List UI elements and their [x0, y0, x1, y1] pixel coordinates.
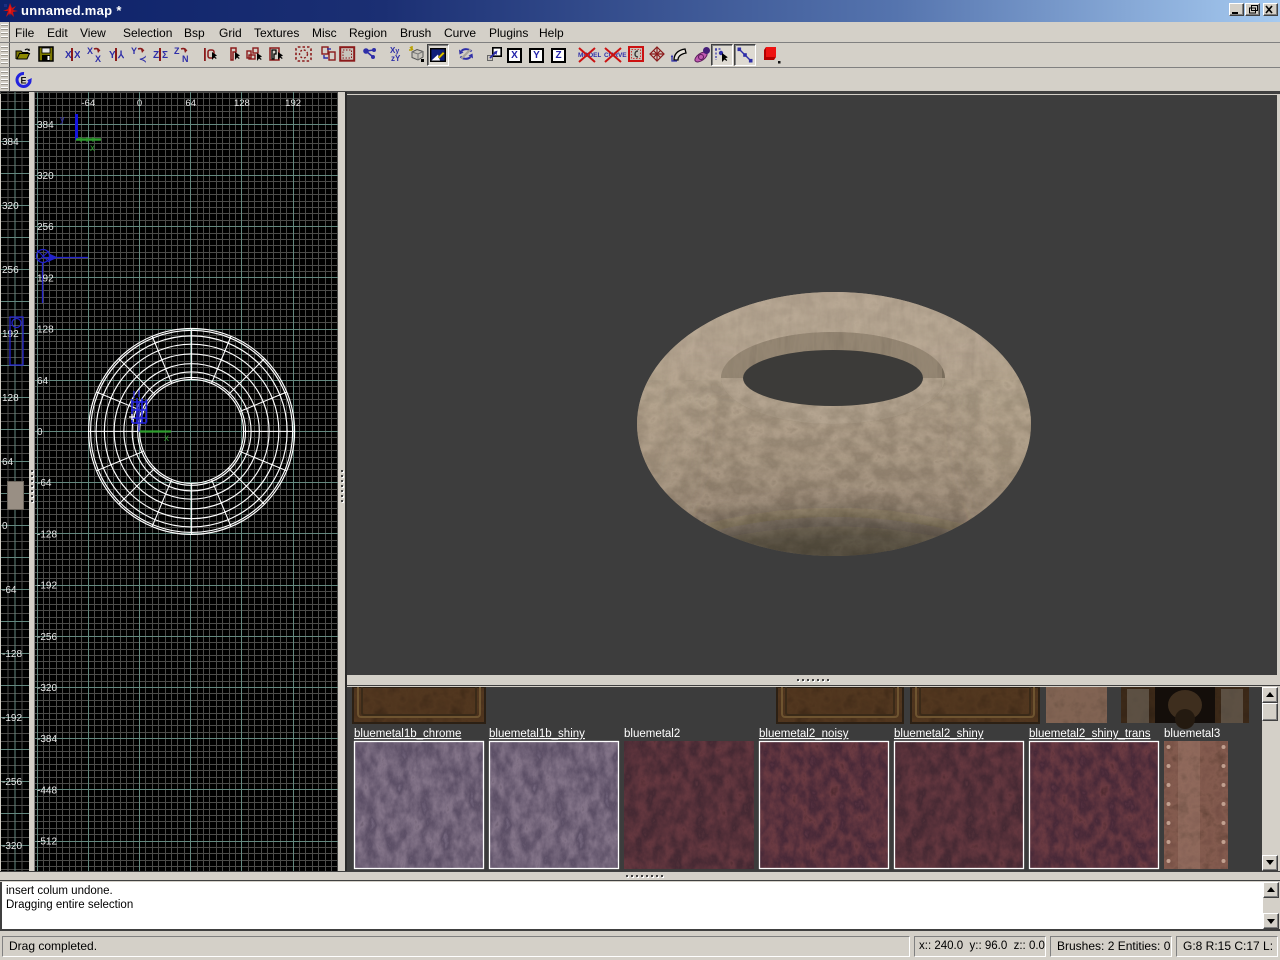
svg-text:-64: -64 — [2, 585, 17, 596]
svg-text:Y: Y — [131, 46, 137, 56]
svg-text:256: 256 — [37, 222, 54, 233]
svg-text:x: x — [90, 143, 95, 154]
svg-text:64: 64 — [37, 376, 49, 387]
svg-text:≺: ≺ — [139, 54, 147, 64]
svg-text:Z: Z — [153, 50, 159, 61]
svg-text:N: N — [182, 54, 189, 64]
svg-text:⅄: ⅄ — [117, 50, 124, 61]
svg-text:bluemetal2: bluemetal2 — [624, 728, 680, 740]
svg-text:X: X — [87, 46, 93, 56]
svg-text:bluemetal2_shiny: bluemetal2_shiny — [894, 728, 984, 740]
svg-text:192: 192 — [37, 273, 54, 284]
svg-text:-64: -64 — [81, 98, 95, 109]
svg-text:X: X — [95, 54, 101, 64]
svg-text:128: 128 — [234, 98, 250, 109]
svg-text:X: X — [74, 50, 80, 61]
svg-text:Y: Y — [109, 50, 116, 61]
svg-text:256: 256 — [2, 265, 19, 276]
svg-text:-320: -320 — [37, 683, 57, 694]
svg-text:y: y — [60, 114, 65, 124]
svg-text:384: 384 — [37, 120, 54, 131]
svg-text:-192: -192 — [37, 581, 57, 592]
svg-text:320: 320 — [2, 201, 19, 212]
svg-text:X: X — [65, 50, 72, 61]
svg-text:-256: -256 — [2, 777, 22, 788]
svg-text:-320: -320 — [2, 841, 22, 852]
svg-text:zY: zY — [391, 54, 401, 63]
svg-text:192: 192 — [285, 98, 301, 109]
svg-text:128: 128 — [2, 393, 19, 404]
svg-text:64: 64 — [2, 457, 14, 468]
svg-text:-64: -64 — [37, 478, 52, 489]
svg-text:0: 0 — [137, 98, 142, 109]
svg-text:384: 384 — [2, 137, 19, 148]
svg-text:-448: -448 — [37, 785, 57, 796]
svg-text:bluemetal1b_chrome: bluemetal1b_chrome — [354, 728, 461, 740]
svg-text:-192: -192 — [2, 713, 22, 724]
svg-text:0: 0 — [37, 427, 43, 438]
svg-text:-384: -384 — [37, 734, 57, 745]
svg-text:bluemetal2_shiny_trans: bluemetal2_shiny_trans — [1029, 728, 1151, 740]
svg-text:Z: Z — [174, 46, 180, 56]
svg-text:bluemetal1b_shiny: bluemetal1b_shiny — [489, 728, 585, 740]
svg-text:0: 0 — [2, 521, 8, 532]
svg-text:E: E — [21, 76, 27, 86]
svg-text:-512: -512 — [37, 837, 57, 848]
svg-text:-128: -128 — [37, 529, 57, 540]
svg-text:bluemetal3: bluemetal3 — [1164, 728, 1220, 740]
svg-text:bluemetal2_noisy: bluemetal2_noisy — [759, 728, 849, 740]
svg-text:-128: -128 — [2, 649, 22, 660]
svg-text:64: 64 — [185, 98, 196, 109]
svg-text:128: 128 — [37, 325, 54, 336]
svg-text:Σ: Σ — [162, 50, 168, 61]
svg-text:320: 320 — [37, 171, 54, 182]
svg-text:x: x — [164, 433, 169, 444]
svg-text:-256: -256 — [37, 632, 57, 643]
